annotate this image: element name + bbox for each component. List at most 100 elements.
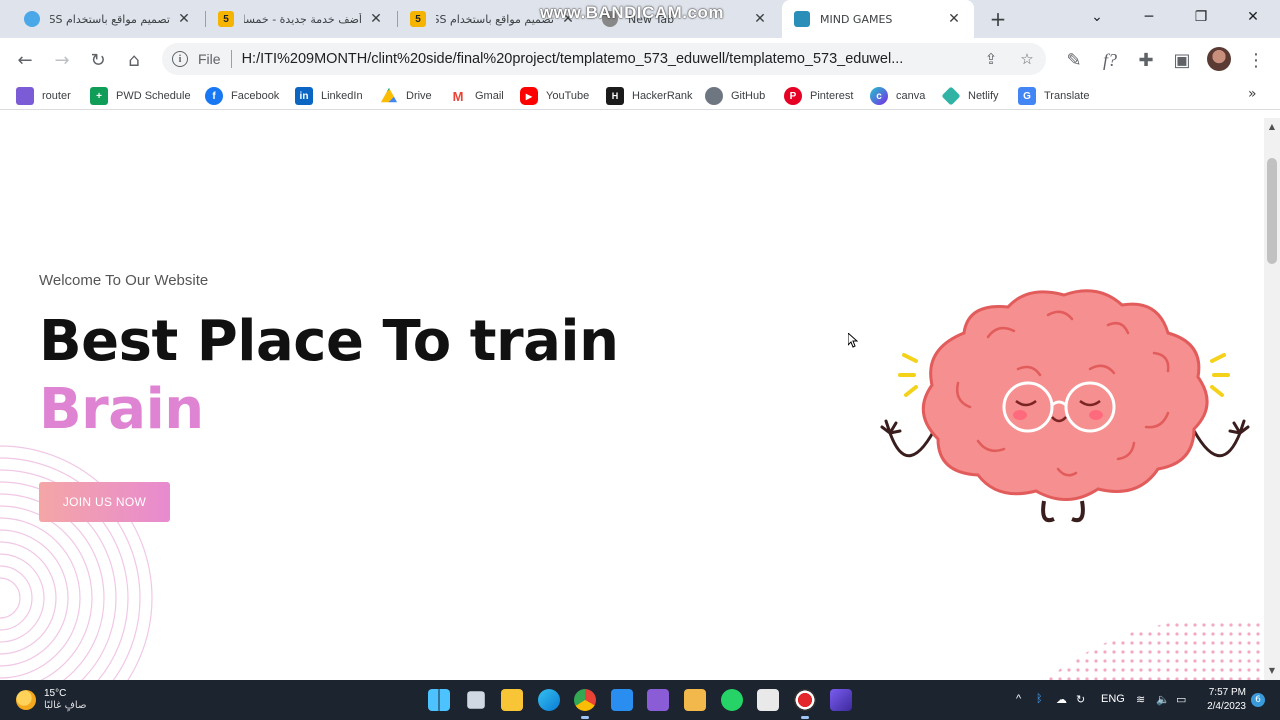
bookmark-netlify[interactable]: Netlify xyxy=(941,86,999,106)
info-icon[interactable]: i xyxy=(172,51,188,67)
file-label: File xyxy=(198,51,221,67)
browser-toolbar: ← → ↻ ⌂ i File H:/ITI%209MONTH/clint%20s… xyxy=(0,38,1280,82)
close-icon[interactable]: ✕ xyxy=(752,11,768,27)
eyedropper-icon[interactable]: ✎ xyxy=(1062,48,1086,72)
clock-time: 7:57 PM xyxy=(1208,687,1246,698)
bookmark-router[interactable]: router xyxy=(16,86,71,106)
more-bookmarks-icon[interactable]: » xyxy=(1248,86,1257,102)
weather-widget[interactable]: 15°C صافٍ غالبًا xyxy=(16,688,86,712)
scrollbar-thumb[interactable] xyxy=(1267,158,1277,264)
chrome-icon[interactable] xyxy=(574,689,596,719)
minimize-button[interactable]: ─ xyxy=(1126,0,1172,34)
extensions-icon[interactable]: ✚ xyxy=(1134,48,1158,72)
router-icon xyxy=(16,87,34,105)
pinterest-icon: P xyxy=(784,87,802,105)
windows-taskbar: 15°C صافٍ غالبًا ^ ᛒ ☁ ↻ ENG ≋ 🔈 ▭ 7:57 … xyxy=(0,680,1280,720)
volume-icon[interactable]: 🔈 xyxy=(1156,693,1170,706)
bookmark-drive[interactable]: Drive xyxy=(380,86,432,106)
wifi-icon[interactable]: ≋ xyxy=(1136,693,1145,706)
tray-overflow-icon[interactable]: ^ xyxy=(1016,693,1021,705)
system-clock[interactable]: 7:57 PM 2/4/2023 xyxy=(1200,686,1246,714)
share-icon[interactable]: ⇪ xyxy=(982,50,1000,68)
visual-studio-icon[interactable] xyxy=(647,689,669,711)
hackerrank-icon: H xyxy=(606,87,624,105)
vscode-icon[interactable] xyxy=(611,689,633,711)
hero-headline-accent: Brain xyxy=(39,377,204,442)
bookmark-facebook[interactable]: f Facebook xyxy=(205,86,279,106)
file-explorer-icon[interactable] xyxy=(501,689,523,711)
whatsapp-icon[interactable] xyxy=(721,689,743,711)
tab-title: أضف خدمة جديدة - خمسات xyxy=(244,12,362,26)
sync-icon[interactable]: ↻ xyxy=(1076,693,1085,706)
close-icon[interactable]: ✕ xyxy=(946,11,962,27)
canva-icon: c xyxy=(870,87,888,105)
bookmark-pwd-schedule[interactable]: + PWD Schedule xyxy=(90,86,191,106)
url-text[interactable]: H:/ITI%209MONTH/clint%20side/final%20pro… xyxy=(242,51,972,67)
mind-games-icon xyxy=(794,11,810,27)
welcome-text: Welcome To Our Website xyxy=(39,272,209,289)
tab-5[interactable]: MIND GAMES ✕ xyxy=(782,0,974,38)
scroll-up-icon[interactable]: ▲ xyxy=(1267,122,1277,132)
menu-icon[interactable]: ⋮ xyxy=(1244,48,1268,72)
bookmark-gmail[interactable]: M Gmail xyxy=(449,86,504,106)
start-icon[interactable] xyxy=(428,689,450,711)
bookmark-github[interactable]: GitHub xyxy=(705,86,765,106)
scroll-down-icon[interactable]: ▼ xyxy=(1267,666,1277,676)
bookmark-label: HackerRank xyxy=(632,90,693,102)
bookmark-label: Gmail xyxy=(475,90,504,102)
snipping-tool-icon[interactable] xyxy=(757,689,779,711)
tab-title: تصميم مواقع باستخدام CSS xyxy=(436,12,554,26)
divider xyxy=(230,50,232,68)
back-icon[interactable]: ← xyxy=(13,48,37,72)
bookmark-canva[interactable]: c canva xyxy=(870,86,925,106)
recording-watermark: www.BANDICAM.com xyxy=(540,3,724,22)
forward-icon[interactable]: → xyxy=(50,48,74,72)
join-us-button[interactable]: JOIN US NOW xyxy=(39,482,170,522)
cloud-icon[interactable]: ☁ xyxy=(1056,693,1067,706)
notification-badge[interactable]: 6 xyxy=(1251,693,1265,707)
task-view-icon[interactable] xyxy=(467,691,485,709)
bookmark-youtube[interactable]: ▶ YouTube xyxy=(520,86,589,106)
window-close-button[interactable]: ✕ xyxy=(1230,0,1276,34)
bookmark-label: YouTube xyxy=(546,90,590,102)
bandicam-icon[interactable] xyxy=(794,689,816,719)
web-page: Welcome To Our Website Best Place To tra… xyxy=(0,118,1264,680)
bookmark-label: canva xyxy=(896,90,926,102)
avatar[interactable] xyxy=(1207,47,1231,71)
youtube-icon: ▶ xyxy=(520,87,538,105)
page-scrollbar[interactable]: ▲ ▼ xyxy=(1264,118,1280,680)
bookmark-linkedin[interactable]: in LinkedIn xyxy=(295,86,363,106)
new-tab-button[interactable]: + xyxy=(986,7,1010,31)
mouse-cursor-icon xyxy=(848,333,858,348)
home-icon[interactable]: ⌂ xyxy=(122,48,146,72)
battery-icon[interactable]: ▭ xyxy=(1176,693,1186,706)
bookmark-translate[interactable]: G Translate xyxy=(1018,86,1089,106)
function-extension-icon[interactable]: f? xyxy=(1098,48,1122,72)
bookmark-pinterest[interactable]: P Pinterest xyxy=(784,86,853,106)
app-icon[interactable] xyxy=(684,689,706,711)
close-icon[interactable]: ✕ xyxy=(368,11,384,27)
restore-button[interactable]: ❐ xyxy=(1178,0,1224,34)
language-indicator[interactable]: ENG xyxy=(1101,693,1125,705)
translate-icon: G xyxy=(1018,87,1036,105)
video-editor-icon[interactable] xyxy=(830,689,852,711)
edge-icon[interactable] xyxy=(538,689,560,711)
bookmark-label: LinkedIn xyxy=(321,90,363,102)
tab-1[interactable]: تصميم مواقع باستخدام CSS ✕ xyxy=(12,0,204,38)
reload-icon[interactable]: ↻ xyxy=(86,48,110,72)
bookmark-star-icon[interactable]: ☆ xyxy=(1018,50,1036,68)
bookmark-label: Pinterest xyxy=(810,90,854,102)
bookmark-label: PWD Schedule xyxy=(116,90,191,102)
close-icon[interactable]: ✕ xyxy=(176,11,192,27)
bookmark-hackerrank[interactable]: H HackerRank xyxy=(606,86,693,106)
brain-illustration xyxy=(880,289,1250,523)
drive-icon xyxy=(380,87,398,103)
address-bar[interactable]: i File H:/ITI%209MONTH/clint%20side/fina… xyxy=(162,43,1046,75)
clock-date: 2/4/2023 xyxy=(1207,701,1246,712)
bluetooth-icon[interactable]: ᛒ xyxy=(1036,693,1043,705)
weather-condition: صافٍ غالبًا xyxy=(44,700,87,711)
tab-search-button[interactable]: ⌄ xyxy=(1074,0,1120,34)
bookmark-label: Drive xyxy=(406,90,432,102)
tab-2[interactable]: 5 أضف خدمة جديدة - خمسات ✕ xyxy=(206,0,396,38)
side-panel-icon[interactable]: ▣ xyxy=(1170,48,1194,72)
